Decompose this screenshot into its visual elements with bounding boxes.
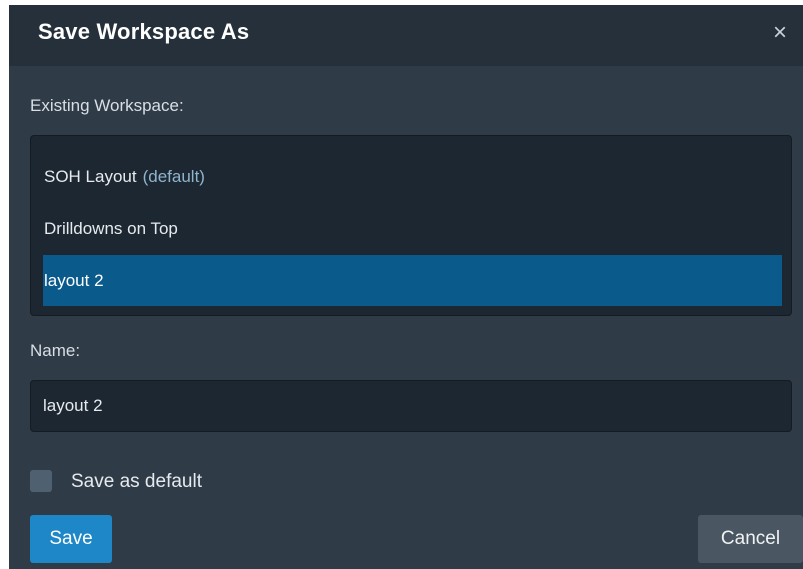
workspace-item-name: Drilldowns on Top xyxy=(44,219,178,238)
save-as-default-label[interactable]: Save as default xyxy=(71,470,202,494)
close-icon[interactable]: × xyxy=(767,19,793,47)
save-workspace-dialog: Save Workspace As × Existing Workspace: … xyxy=(9,5,803,569)
cancel-button[interactable]: Cancel xyxy=(698,515,803,563)
name-label: Name: xyxy=(30,341,81,360)
workspace-item-layout-2[interactable]: layout 2 xyxy=(43,255,782,306)
dialog-title: Save Workspace As xyxy=(38,19,250,44)
workspace-item-drilldowns-on-top[interactable]: Drilldowns on Top xyxy=(43,203,782,254)
workspace-item-name: layout 2 xyxy=(44,271,104,290)
name-input[interactable] xyxy=(30,380,792,432)
default-tag: (default) xyxy=(142,167,205,186)
save-button[interactable]: Save xyxy=(30,515,112,563)
workspace-list: SOH Layout (default) Drilldowns on Top la… xyxy=(30,135,792,316)
save-as-default-checkbox[interactable] xyxy=(30,470,52,492)
dialog-titlebar: Save Workspace As × xyxy=(9,5,803,66)
workspace-item-soh-layout[interactable]: SOH Layout (default) xyxy=(43,151,782,202)
workspace-item-name: SOH Layout xyxy=(44,167,137,186)
existing-workspace-label: Existing Workspace: xyxy=(30,96,184,115)
